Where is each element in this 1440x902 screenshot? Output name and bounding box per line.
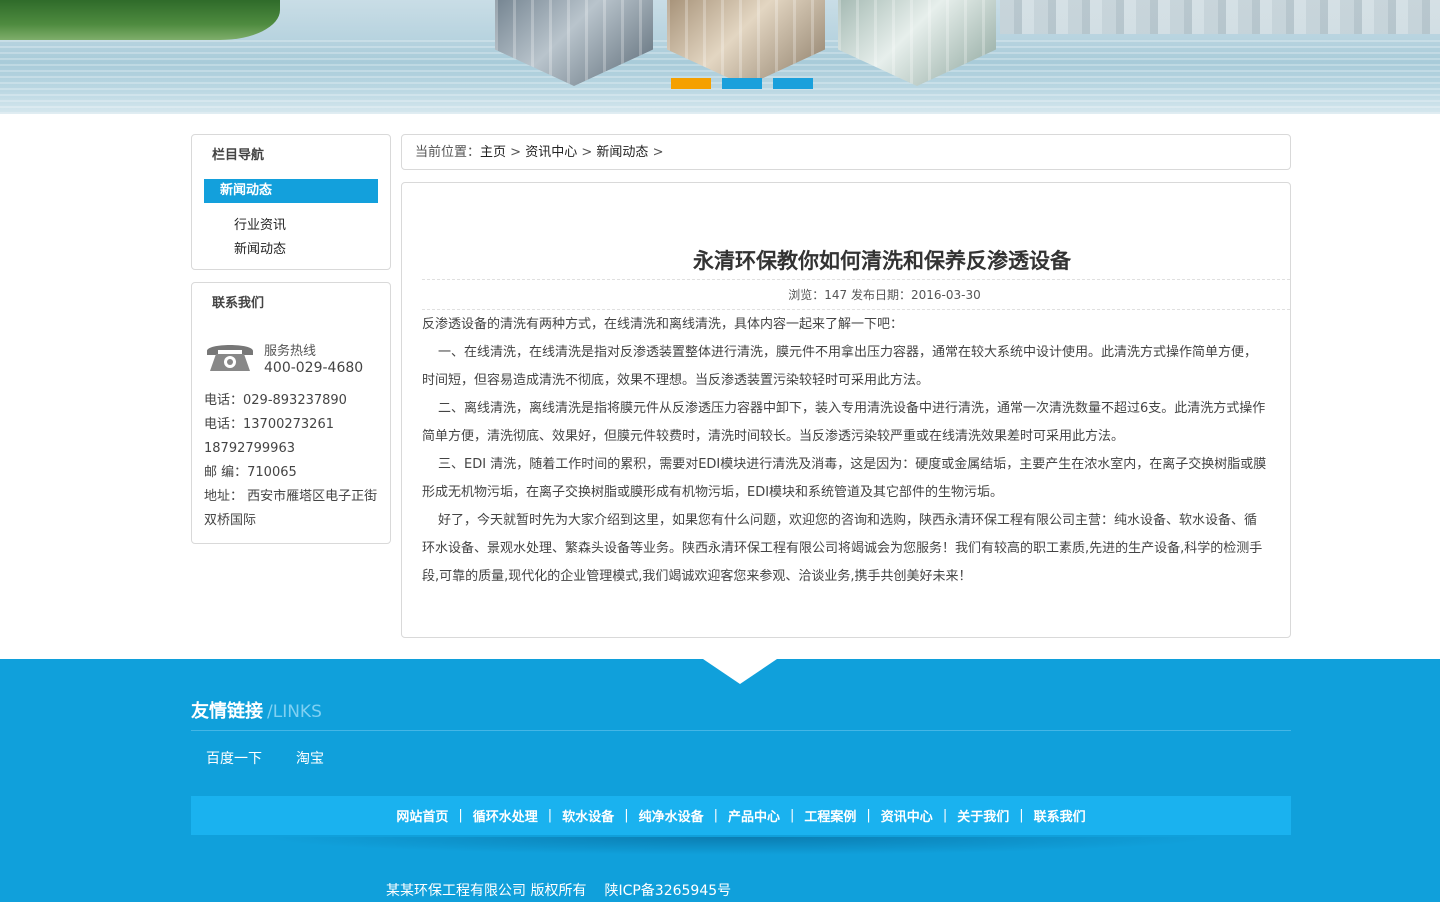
divider <box>422 309 1290 310</box>
article-paragraph: 反渗透设备的清洗有两种方式，在线清洗和离线清洗，具体内容一起来了解一下吧： <box>422 317 904 332</box>
contact-tel: 电话：029-893237890 <box>204 393 347 408</box>
breadcrumb-info-center-link[interactable]: 资讯中心 <box>525 145 577 160</box>
breadcrumb: 当前位置：主页 > 资讯中心 > 新闻动态 > <box>401 134 1291 170</box>
divider <box>191 730 1291 731</box>
footer-nav-circulating-water[interactable]: 循环水处理 <box>473 806 538 825</box>
slider-dots <box>671 78 813 89</box>
article-paragraph: 三、EDI 清洗，随着工作时间的累积，需要对EDI模块进行清洗及消毒，这是因为：… <box>422 457 1267 500</box>
breadcrumb-sep: > <box>510 145 522 160</box>
contact-mobile-2: 18792799963 <box>204 441 295 456</box>
article-title: 永清环保教你如何清洗和保养反渗透设备 <box>693 249 1071 273</box>
divider <box>422 279 1290 280</box>
breadcrumb-news-link[interactable]: 新闻动态 <box>596 145 648 160</box>
footer-nav-info-center[interactable]: 资讯中心 <box>881 806 933 825</box>
icp-number[interactable]: 陕ICP备3265945号 <box>604 883 731 899</box>
footer-nav-about[interactable]: 关于我们 <box>957 806 1009 825</box>
footer-nav-products[interactable]: 产品中心 <box>728 806 780 825</box>
footer-notch <box>703 659 777 684</box>
breadcrumb-sep: > <box>581 145 593 160</box>
breadcrumb-prefix: 当前位置： <box>415 145 481 160</box>
footer-nav: 网站首页 | 循环水处理 | 软水设备 | 纯净水设备 | 产品中心 | 工程案例 | 资讯… <box>191 796 1291 835</box>
contact-details: 电话：029-893237890 电话：13700273261 18792799… <box>204 389 382 533</box>
nav-separator: | <box>458 808 463 823</box>
nav-separator: | <box>624 808 629 823</box>
article-meta: 浏览：147 发布日期：2016-03-30 <box>788 288 981 302</box>
contact-postcode: 邮 编：710065 <box>204 465 297 480</box>
slider-dot-1[interactable] <box>671 78 711 89</box>
nav-separator: | <box>1019 808 1024 823</box>
article-body: 反渗透设备的清洗有两种方式，在线清洗和离线清洗，具体内容一起来了解一下吧： 一、… <box>422 311 1267 591</box>
friend-link-baidu[interactable]: 百度一下 <box>206 748 262 768</box>
breadcrumb-home-link[interactable]: 主页 <box>480 145 506 160</box>
banner-city <box>1000 0 1440 34</box>
sidebar-contact-title: 联系我们 <box>212 296 265 311</box>
footer-nav-shadow <box>260 837 1220 855</box>
friend-links: 百度一下 淘宝 <box>206 748 324 768</box>
article-paragraph: 二、离线清洗，离线清洗是指将膜元件从反渗透压力容器中卸下，装入专用清洗设备中进行… <box>422 401 1266 444</box>
contact-address: 地址： 西安市雁塔区电子正街双桥国际 <box>204 489 378 528</box>
hotline-label: 服务热线 <box>264 344 317 359</box>
sidebar-item-industry-news[interactable]: 行业资讯 <box>234 214 286 233</box>
footer-nav-pure-water[interactable]: 纯净水设备 <box>639 806 704 825</box>
copyright-text: 某某环保工程有限公司 版权所有 <box>386 883 587 899</box>
nav-separator: | <box>790 808 795 823</box>
friend-links-heading: 友情链接/LINKS <box>191 697 322 723</box>
slider-dot-3[interactable] <box>773 78 813 89</box>
footer-nav-cases[interactable]: 工程案例 <box>804 806 856 825</box>
sidebar-nav-box: 栏目导航 新闻动态 行业资讯 新闻动态 <box>191 134 391 270</box>
contact-mobile: 电话：13700273261 <box>204 417 334 432</box>
footer: 友情链接/LINKS 百度一下 淘宝 网站首页 | 循环水处理 | 软水设备 | 纯净… <box>0 659 1440 902</box>
sidebar-item-news[interactable]: 新闻动态 <box>234 238 286 257</box>
sidebar-nav-title: 栏目导航 <box>212 148 265 163</box>
nav-separator: | <box>547 808 553 823</box>
nav-separator: | <box>866 808 871 823</box>
banner-trees <box>0 0 280 40</box>
friend-links-title: 友情链接 <box>191 701 263 722</box>
slider-dot-2[interactable] <box>722 78 762 89</box>
nav-separator: | <box>713 808 718 823</box>
sidebar-contact-box: 联系我们 服务热线 400-029-4680 电话：029-893237890 … <box>191 282 391 544</box>
banner <box>0 0 1440 114</box>
copyright: 某某环保工程有限公司 版权所有 陕ICP备3265945号 <box>386 880 731 900</box>
footer-nav-contact[interactable]: 联系我们 <box>1034 806 1086 825</box>
telephone-icon <box>207 345 253 371</box>
article-panel: 永清环保教你如何清洗和保养反渗透设备 浏览：147 发布日期：2016-03-3… <box>401 182 1291 638</box>
breadcrumb-sep: > <box>652 145 664 160</box>
sidebar-current-category[interactable]: 新闻动态 <box>204 179 378 203</box>
hotline-number: 400-029-4680 <box>264 360 364 376</box>
friend-link-taobao[interactable]: 淘宝 <box>296 748 324 768</box>
friend-links-title-en: /LINKS <box>267 702 322 722</box>
article-paragraph: 好了，今天就暂时先为大家介绍到这里，如果您有什么问题，欢迎您的咨询和选购，陕西永… <box>422 513 1263 584</box>
footer-nav-soft-water[interactable]: 软水设备 <box>562 806 614 825</box>
footer-nav-home[interactable]: 网站首页 <box>396 806 448 825</box>
article-paragraph: 一、在线清洗，在线清洗是指对反渗透装置整体进行清洗，膜元件不用拿出压力容器，通常… <box>422 345 1258 388</box>
nav-separator: | <box>942 808 948 823</box>
